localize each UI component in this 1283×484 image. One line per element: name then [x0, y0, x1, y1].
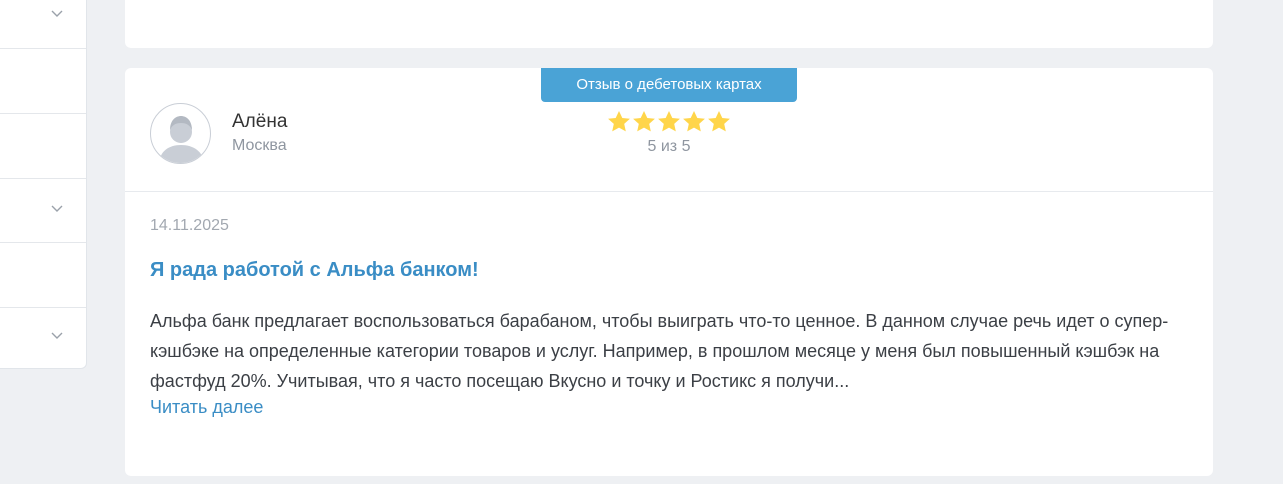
user-avatar-icon — [150, 103, 211, 164]
filter-row-4[interactable] — [0, 178, 86, 243]
filter-sidebar — [0, 0, 87, 369]
chevron-down-icon[interactable] — [50, 329, 64, 343]
star-icon — [683, 111, 705, 132]
star-icon — [633, 111, 655, 132]
filter-row-5[interactable] — [0, 242, 86, 308]
author-name: Алёна — [232, 111, 288, 132]
filter-row-2[interactable] — [0, 48, 86, 114]
star-icon — [708, 111, 730, 132]
star-icon — [658, 111, 680, 132]
divider — [125, 191, 1213, 192]
read-more-link[interactable]: Читать далее — [150, 397, 263, 418]
star-icon — [608, 111, 630, 132]
chevron-down-icon[interactable] — [50, 202, 64, 216]
filter-row-3[interactable] — [0, 113, 86, 179]
review-text: Альфа банк предлагает воспользоваться ба… — [150, 311, 1169, 391]
author-city: Москва — [232, 137, 287, 154]
previous-review-card — [125, 0, 1213, 48]
review-category-badge[interactable]: Отзыв о дебетовых картах — [541, 68, 797, 102]
filter-row-6[interactable] — [0, 307, 86, 369]
review-card: Отзыв о дебетовых картах Алёна Москва 5 … — [125, 68, 1213, 476]
rating-stars — [607, 110, 731, 133]
rating-text: 5 из 5 — [647, 138, 691, 155]
chevron-down-icon[interactable] — [50, 7, 64, 21]
filter-row-1[interactable] — [0, 0, 86, 49]
review-date: 14.11.2025 — [150, 217, 229, 234]
review-title[interactable]: Я рада работой с Альфа банком! — [150, 259, 479, 282]
